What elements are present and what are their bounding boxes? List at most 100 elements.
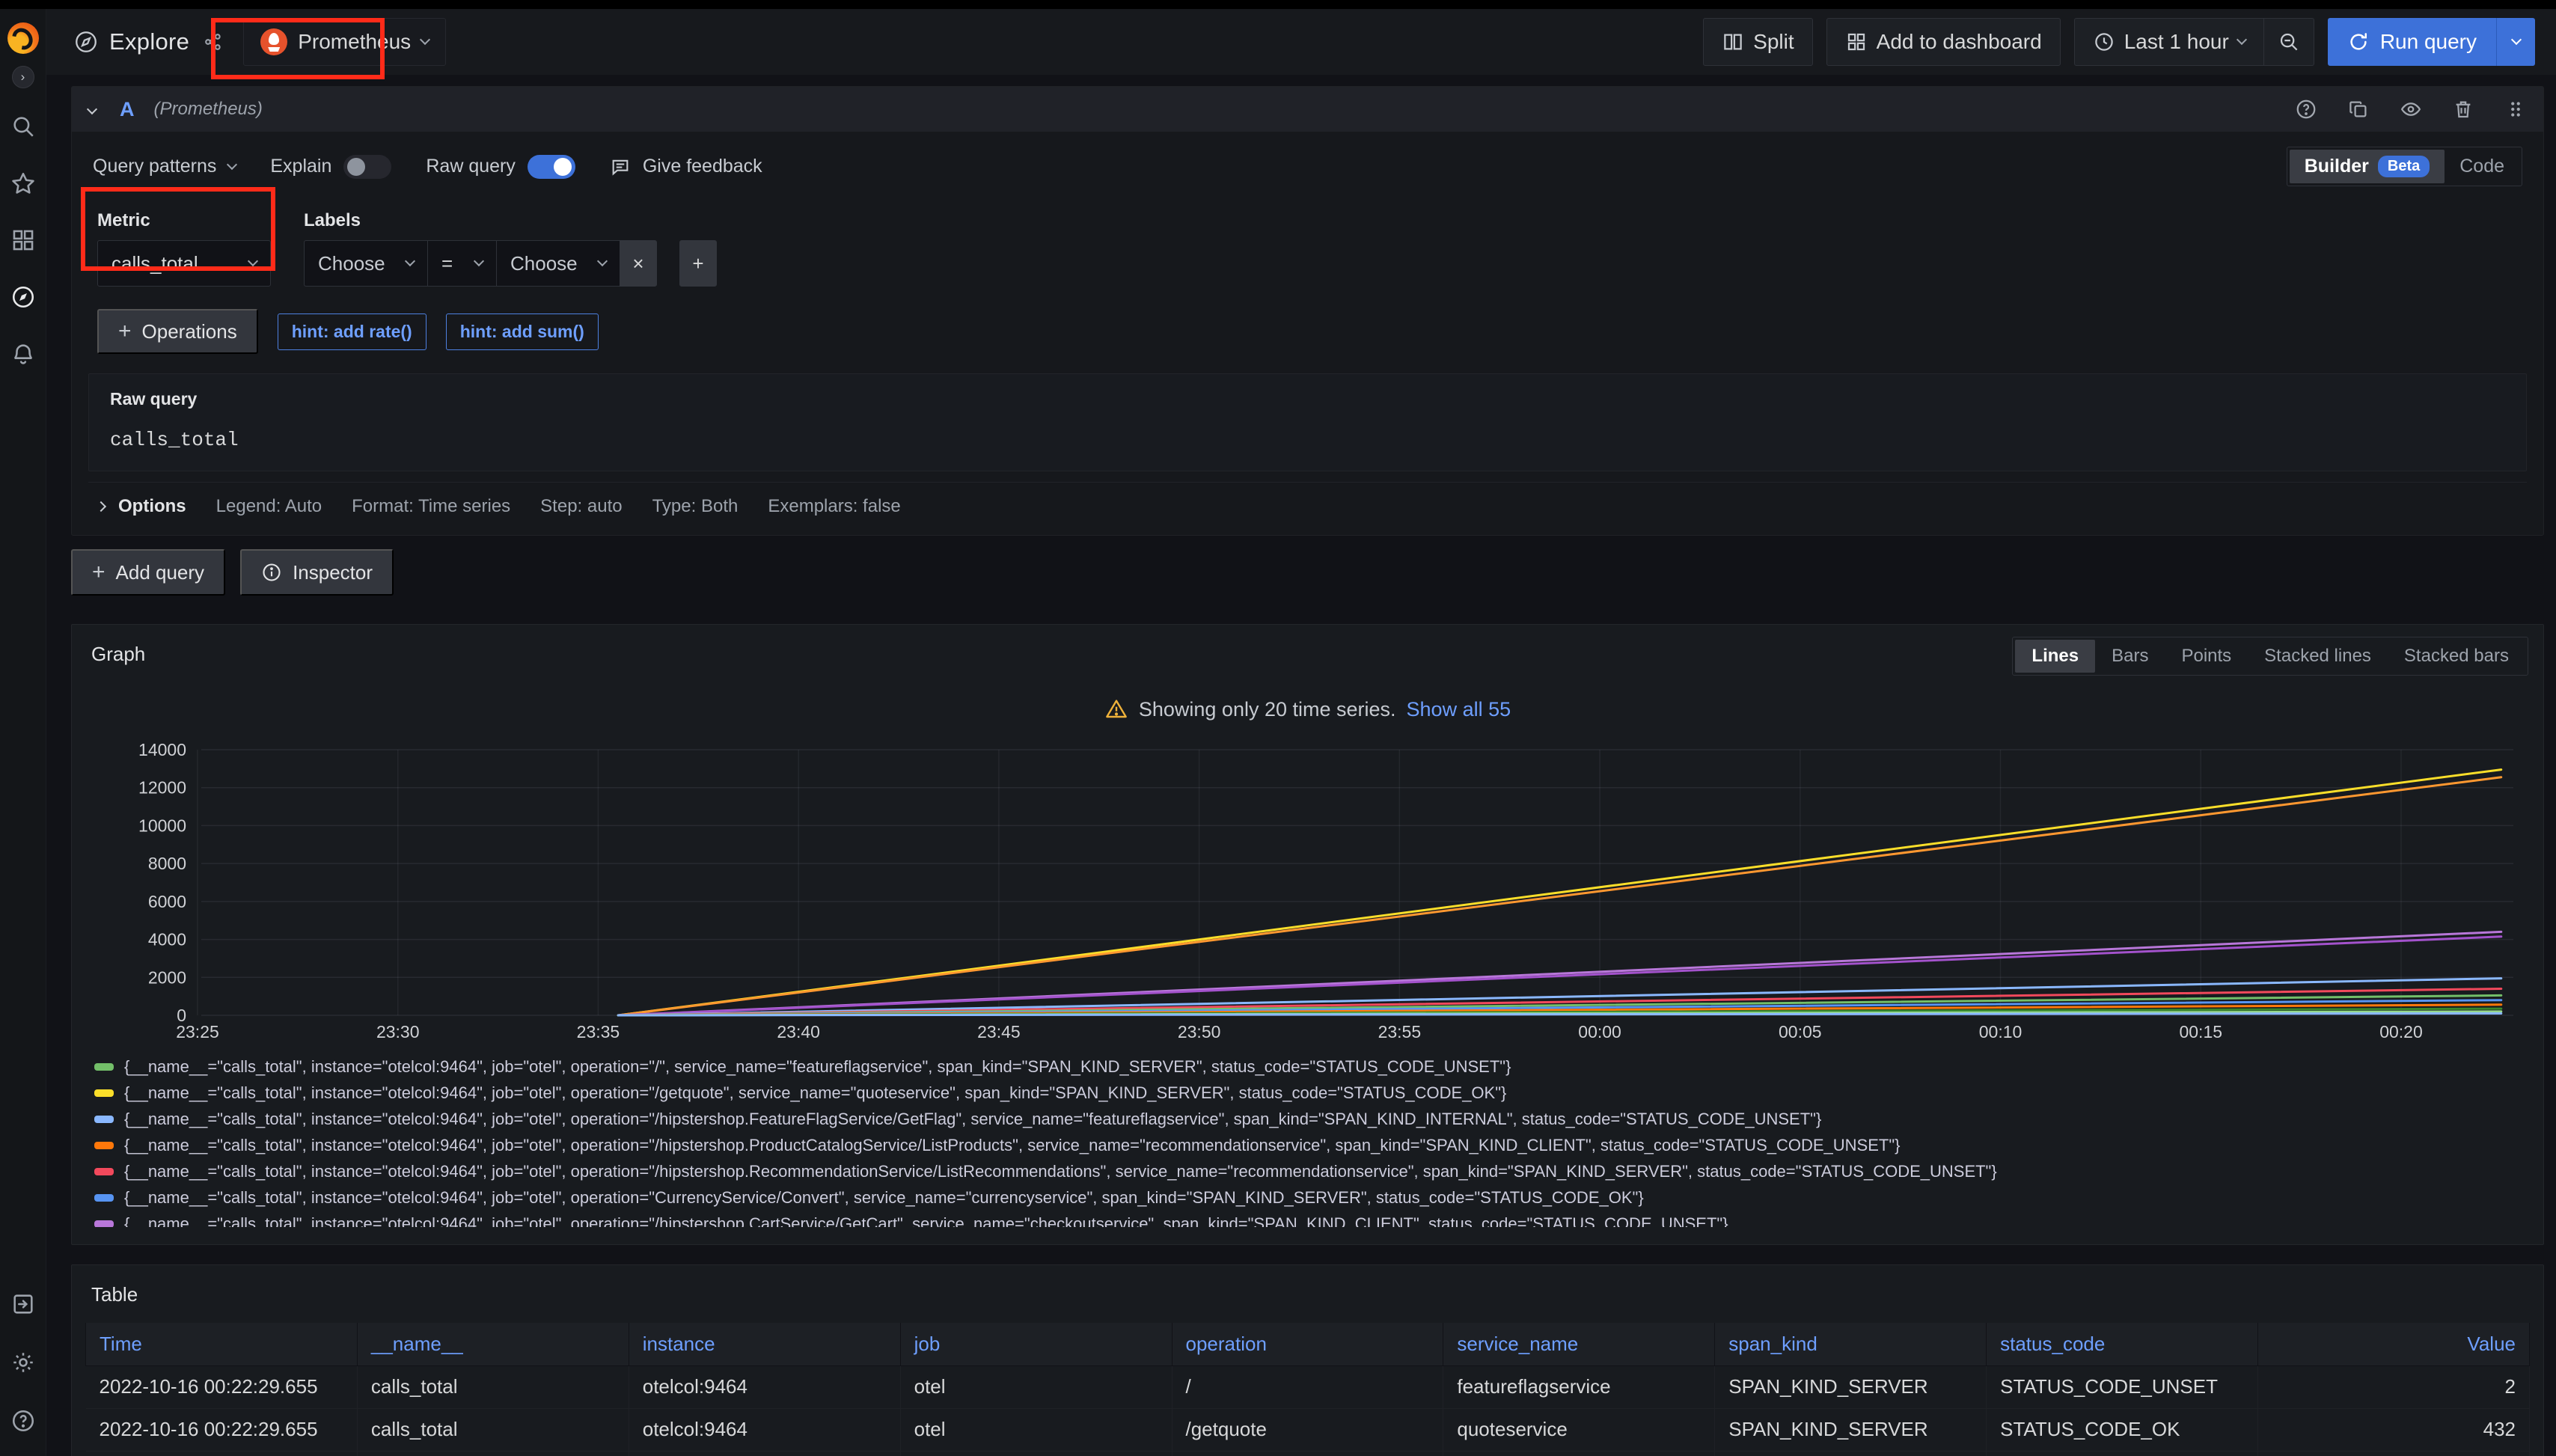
hint-add-rate-button[interactable]: hint: add rate() [278,313,426,350]
table-cell: otel [900,1365,1172,1408]
table-cell: quoteservice [1443,1408,1715,1451]
add-query-button[interactable]: + Add query [71,549,225,596]
time-range-picker[interactable]: Last 1 hour [2074,18,2264,66]
drag-handle-icon[interactable] [2504,98,2527,120]
label-key-select[interactable]: Choose [304,240,427,287]
metric-select[interactable]: calls_total [97,240,271,287]
hint-add-sum-button[interactable]: hint: add sum() [446,313,599,350]
table-column-header-span_kind[interactable]: span_kind [1715,1323,1987,1365]
table-cell: featureflagservice [1443,1451,1715,1456]
chevron-down-icon [2236,34,2247,45]
zoom-out-time-button[interactable] [2264,18,2314,66]
duplicate-query-icon[interactable] [2347,98,2370,120]
share-icon[interactable] [203,31,224,52]
legend-item[interactable]: {__name__="calls_total", instance="otelc… [94,1053,2543,1080]
explore-content: A (Prometheus) [46,75,2556,1456]
explore-nav-icon[interactable] [10,284,36,310]
labels-field: Labels Choose = Choose [304,210,717,287]
table-column-header-job[interactable]: job [900,1323,1172,1365]
legend-series-label: {__name__="calls_total", instance="otelc… [124,1110,1821,1129]
legend-item[interactable]: {__name__="calls_total", instance="otelc… [94,1106,2543,1132]
disable-query-eye-icon[interactable] [2400,98,2422,120]
give-feedback-link[interactable]: Give feedback [610,156,762,177]
dashboards-icon[interactable] [10,227,36,253]
search-icon[interactable] [10,114,36,139]
explore-icon [73,29,99,55]
raw-query-expression: calls_total [110,429,2505,451]
option-step: Step: auto [540,496,622,517]
add-to-dashboard-button[interactable]: Add to dashboard [1826,18,2061,66]
show-all-series-link[interactable]: Show all 55 [1407,698,1511,721]
query-patterns-dropdown[interactable]: Query patterns [93,156,236,177]
svg-text:10000: 10000 [138,816,186,835]
label-value-select[interactable]: Choose [496,240,620,287]
raw-query-label: Raw query [110,389,2505,409]
run-query-dropdown[interactable] [2496,18,2535,66]
legend-series-label: {__name__="calls_total", instance="otelc… [124,1057,1511,1077]
raw-query-switch[interactable] [528,155,575,179]
table-cell: 432 [2258,1408,2530,1451]
warning-text: Showing only 20 time series. [1139,698,1396,721]
table-cell: otelcol:9464 [629,1451,900,1456]
graph-mode-lines[interactable]: Lines [2015,640,2095,673]
sign-in-icon[interactable] [10,1291,36,1317]
table-panel: Table Time__name__instancejoboperationse… [71,1264,2544,1456]
settings-gear-icon[interactable] [10,1350,36,1375]
table-cell: otelcol:9464 [629,1408,900,1451]
chevron-down-icon [420,34,430,45]
grafana-logo[interactable] [7,22,39,54]
help-icon[interactable] [10,1408,36,1434]
remove-label-button[interactable]: × [620,240,657,287]
svg-text:00:20: 00:20 [2379,1022,2423,1041]
svg-text:00:05: 00:05 [1779,1022,1822,1041]
query-toolbar: Query patterns Explain Raw query Give fe… [72,132,2543,191]
add-operation-button[interactable]: + Operations [97,309,258,354]
legend-series-label: {__name__="calls_total", instance="otelc… [124,1214,1728,1228]
legend-item[interactable]: {__name__="calls_total", instance="otelc… [94,1158,2543,1184]
query-row-header[interactable]: A (Prometheus) [72,87,2543,132]
explain-switch[interactable] [343,155,391,179]
query-help-icon[interactable] [2295,98,2317,120]
legend-item[interactable]: {__name__="calls_total", instance="otelc… [94,1184,2543,1211]
explain-toggle[interactable]: Explain [270,155,391,179]
add-label-button[interactable]: + [679,240,717,287]
remove-query-trash-icon[interactable] [2452,98,2474,120]
table-column-header-instance[interactable]: instance [629,1323,900,1365]
table-column-header-__name__[interactable]: __name__ [357,1323,629,1365]
time-series-chart[interactable]: 0200040006000800010000120001400023:2523:… [78,735,2543,1049]
raw-query-toggle[interactable]: Raw query [426,155,575,179]
split-button[interactable]: Split [1703,18,1812,66]
run-query-button[interactable]: Run query [2328,18,2535,66]
legend-item[interactable]: {__name__="calls_total", instance="otelc… [94,1132,2543,1158]
starred-icon[interactable] [10,171,36,196]
code-mode-tab[interactable]: Code [2445,150,2519,183]
builder-mode-tab[interactable]: Builder Beta [2290,150,2445,183]
inspector-button[interactable]: Inspector [240,549,394,596]
svg-text:8000: 8000 [148,854,186,873]
graph-mode-stacked-lines[interactable]: Stacked lines [2248,640,2388,673]
options-collapse[interactable]: Options [97,496,186,517]
legend-item[interactable]: {__name__="calls_total", instance="otelc… [94,1211,2543,1227]
table-column-header-operation[interactable]: operation [1172,1323,1443,1365]
svg-text:4000: 4000 [148,930,186,949]
sidebar: › [0,9,46,1456]
label-operator-select[interactable]: = [427,240,496,287]
table-column-header-value[interactable]: Value [2258,1323,2530,1365]
beta-badge: Beta [2378,156,2430,177]
svg-text:23:45: 23:45 [977,1022,1021,1041]
datasource-picker[interactable]: Prometheus [243,18,446,66]
metric-field: Metric calls_total [97,210,271,287]
table-column-header-service_name[interactable]: service_name [1443,1323,1715,1365]
table-cell: 2022-10-16 00:22:29.655 [86,1408,358,1451]
graph-mode-bars[interactable]: Bars [2095,640,2165,673]
graph-mode-stacked-bars[interactable]: Stacked bars [2388,640,2525,673]
table-column-header-status_code[interactable]: status_code [1987,1323,2258,1365]
graph-mode-points[interactable]: Points [2165,640,2248,673]
alerting-icon[interactable] [10,341,36,367]
legend-series-color [94,1168,114,1175]
svg-text:6000: 6000 [148,892,186,911]
sidebar-expand-button[interactable]: › [12,66,34,88]
table-cell: 2022-10-16 00:22:29.655 [86,1451,358,1456]
table-column-header-time[interactable]: Time [86,1323,358,1365]
legend-item[interactable]: {__name__="calls_total", instance="otelc… [94,1080,2543,1106]
